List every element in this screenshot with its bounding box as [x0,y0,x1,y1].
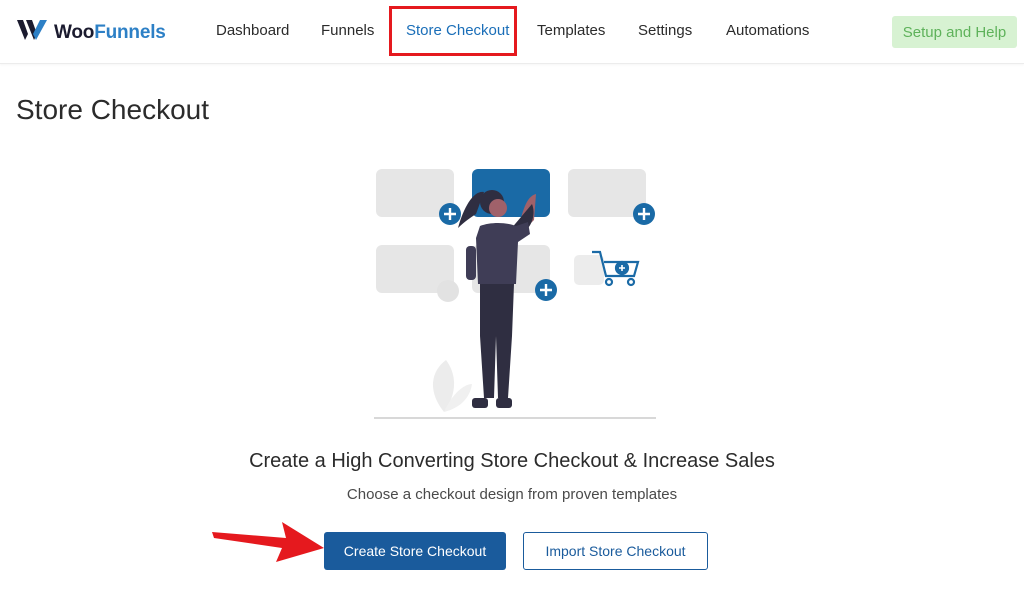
page-title: Store Checkout [16,94,209,125]
empty-state-subline: Choose a checkout design from proven tem… [346,486,678,503]
plus-circle-icon [439,203,461,225]
setup-and-help-button[interactable]: Setup and Help [892,16,1017,48]
nav-dashboard[interactable]: Dashboard [216,22,289,39]
woofunnels-logo[interactable]: WooFunnels [16,18,166,47]
nav-settings[interactable]: Settings [638,22,692,39]
empty-state-illustration [360,160,670,425]
logo-text-woo: Woo [54,21,95,43]
nav-funnels[interactable]: Funnels [321,22,374,39]
plus-circle-icon [633,203,655,225]
nav-templates[interactable]: Templates [537,22,605,39]
red-arrow-annotation [210,518,326,564]
logo-text-funnels: Funnels [94,21,166,43]
empty-state-headline: Create a High Converting Store Checkout … [249,450,775,472]
top-navigation-bar: WooFunnels Dashboard Funnels Store Check… [0,0,1024,64]
import-store-checkout-button[interactable]: Import Store Checkout [523,532,708,570]
woman-figure [458,190,536,408]
plus-circle-icon [535,279,557,301]
logo-text: WooFunnels [54,22,166,44]
nav-automations[interactable]: Automations [726,22,809,39]
template-card-6 [574,255,604,285]
annotation-highlight-box [389,6,517,56]
woofunnels-logo-icon [16,18,48,47]
create-store-checkout-button[interactable]: Create Store Checkout [324,532,506,570]
